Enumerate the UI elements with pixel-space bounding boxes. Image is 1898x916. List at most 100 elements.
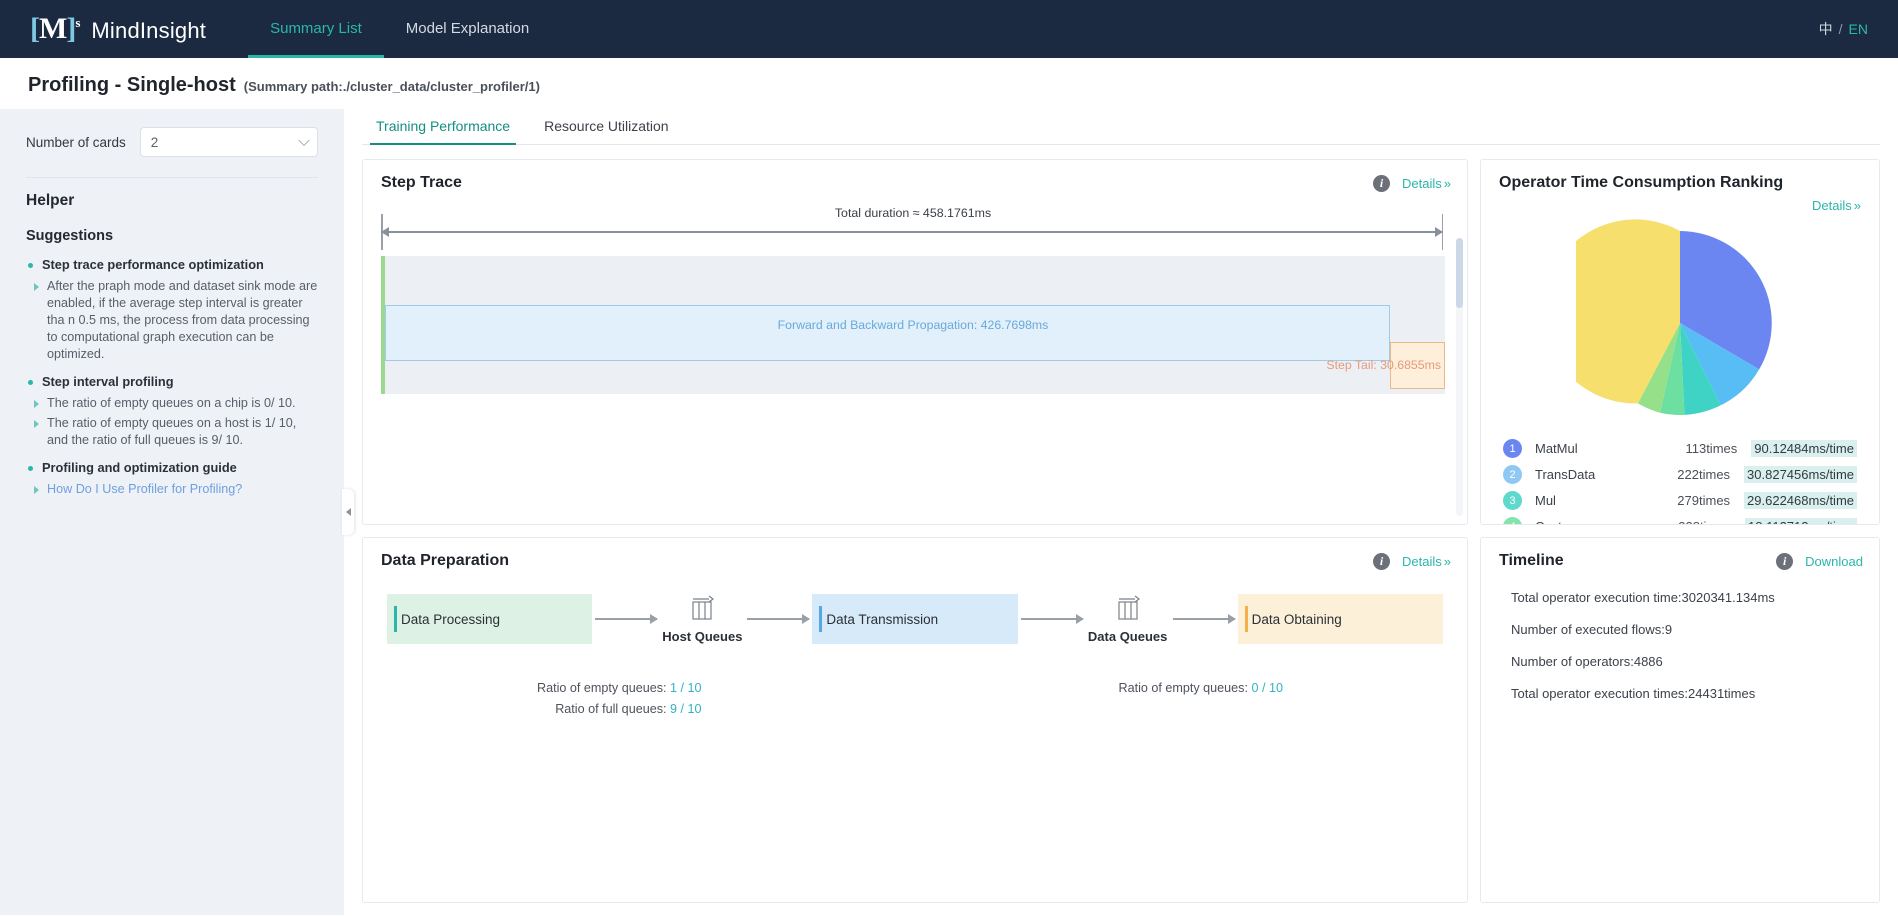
- stage-data-transmission[interactable]: Data Transmission: [812, 594, 1017, 644]
- host-empty-ratio-label: Ratio of empty queues:: [537, 681, 667, 695]
- info-icon[interactable]: i: [1776, 553, 1793, 570]
- operator-name: MatMul: [1535, 441, 1661, 456]
- node-host-queues[interactable]: Host Queues: [660, 594, 744, 644]
- table-row[interactable]: 3 Mul 279times 29.622468ms/time: [1503, 491, 1857, 510]
- details-label: Details: [1812, 198, 1852, 213]
- triangle-right-icon: [34, 400, 39, 408]
- suggestion-group-title: Step trace performance optimization: [26, 257, 318, 272]
- suggestion-item: The ratio of empty queues on a chip is 0…: [26, 395, 318, 412]
- app-name: MindInsight: [91, 18, 206, 44]
- operator-ranking-details-link[interactable]: Details»: [1812, 198, 1861, 213]
- main-nav-tabs: Summary List Model Explanation: [248, 0, 551, 58]
- lang-chinese[interactable]: 中: [1819, 21, 1833, 37]
- pie-chart-svg: [1576, 219, 1784, 427]
- tab-training-performance[interactable]: Training Performance: [362, 109, 524, 144]
- sidebar-divider: [26, 177, 318, 178]
- double-chevron-right-icon: »: [1444, 554, 1451, 569]
- logo-mark-icon: [M]s: [30, 12, 79, 46]
- suggestion-group-step-interval: Step interval profiling The ratio of emp…: [26, 374, 318, 449]
- stage-data-processing[interactable]: Data Processing: [387, 594, 592, 644]
- triangle-right-icon: [34, 486, 39, 494]
- timeline-executed-flows: Number of executed flows:9: [1511, 622, 1861, 637]
- step-tail-label: Step Tail: 30.6855ms: [1326, 342, 1443, 389]
- number-of-cards-value: 2: [151, 135, 159, 150]
- suggestion-item: How Do I Use Profiler for Profiling?: [26, 481, 318, 498]
- host-empty-ratio: Ratio of empty queues: 1 / 10: [537, 678, 702, 699]
- suggestion-item: After the praph mode and dataset sink mo…: [26, 278, 318, 363]
- rank-badge: 3: [1503, 491, 1522, 510]
- host-empty-ratio-value: 1 / 10: [670, 681, 702, 695]
- suggestion-item-text: After the praph mode and dataset sink mo…: [47, 278, 318, 363]
- data-preparation-details-link[interactable]: Details»: [1402, 554, 1451, 569]
- main-content: Training Performance Resource Utilizatio…: [344, 109, 1898, 915]
- data-empty-ratio-value: 0 / 10: [1251, 681, 1283, 695]
- stage-data-obtaining[interactable]: Data Obtaining: [1238, 594, 1443, 644]
- data-preparation-body: Data Processing Host Queues: [363, 576, 1467, 902]
- operator-name: Mul: [1535, 493, 1657, 508]
- data-preparation-tools: i Details»: [1373, 553, 1451, 570]
- profiler-guide-link[interactable]: How Do I Use Profiler for Profiling?: [47, 481, 242, 498]
- scrollbar-thumb[interactable]: [1456, 238, 1463, 308]
- operator-ranking-body: 1 MatMul 113times 90.12484ms/time 2 Tran…: [1481, 213, 1879, 524]
- top-navigation-bar: [M]s MindInsight Summary List Model Expl…: [0, 0, 1898, 58]
- table-row[interactable]: 4 Cast 228times 18.112712ms/time: [1503, 517, 1857, 525]
- operator-ranking-card: Operator Time Consumption Ranking Detail…: [1480, 159, 1880, 525]
- number-of-cards-select[interactable]: 2: [140, 127, 318, 157]
- lang-english[interactable]: EN: [1849, 21, 1868, 37]
- nav-tab-summary-list[interactable]: Summary List: [248, 0, 384, 58]
- flow-arrow-icon: [595, 618, 657, 620]
- suggestion-item: The ratio of empty queues on a host is 1…: [26, 415, 318, 449]
- details-label: Details: [1402, 554, 1442, 569]
- operator-ranking-header: Operator Time Consumption Ranking: [1481, 160, 1879, 198]
- timeline-download-link[interactable]: Download: [1805, 554, 1863, 569]
- step-trace-scrollbar[interactable]: [1456, 238, 1463, 516]
- sub-tabs: Training Performance Resource Utilizatio…: [362, 109, 1880, 145]
- flow-arrow-icon: [747, 618, 809, 620]
- info-icon[interactable]: i: [1373, 175, 1390, 192]
- suggestion-group-step-trace: Step trace performance optimization Afte…: [26, 257, 318, 363]
- double-chevron-right-icon: »: [1854, 198, 1861, 213]
- chevron-down-icon: [298, 135, 309, 146]
- step-trace-card: Step Trace i Details» Total duration ≈ 4…: [362, 159, 1468, 525]
- table-row[interactable]: 2 TransData 222times 30.827456ms/time: [1503, 465, 1857, 484]
- app-logo[interactable]: [M]s MindInsight: [30, 12, 206, 46]
- sidebar-collapse-handle[interactable]: [342, 489, 354, 535]
- tab-resource-utilization[interactable]: Resource Utilization: [530, 109, 683, 144]
- operator-times: 279times: [1657, 493, 1730, 508]
- operator-duration: 29.622468ms/time: [1744, 492, 1857, 509]
- double-chevron-right-icon: »: [1444, 176, 1451, 191]
- suggestion-title-text: Step interval profiling: [42, 374, 174, 389]
- operator-ranking-tools: Details»: [1481, 198, 1879, 213]
- total-duration-label: Total duration ≈ 458.1761ms: [381, 206, 1445, 220]
- operator-duration: 90.12484ms/time: [1751, 440, 1857, 457]
- chevron-left-icon: [346, 508, 351, 516]
- host-full-ratio: Ratio of full queues: 9 / 10: [537, 699, 702, 720]
- operator-duration: 18.112712ms/time: [1745, 518, 1857, 525]
- nav-tab-model-explanation[interactable]: Model Explanation: [384, 0, 551, 58]
- node-data-queues[interactable]: Data Queues: [1086, 594, 1170, 644]
- operator-pie-chart[interactable]: [1497, 213, 1863, 439]
- queue-ratios: Ratio of empty queues: 1 / 10 Ratio of f…: [387, 678, 1443, 720]
- language-switcher: 中/EN: [1819, 0, 1868, 58]
- timeline-header: Timeline i Download: [1481, 538, 1879, 576]
- operator-name: Cast: [1535, 519, 1658, 525]
- info-icon[interactable]: i: [1373, 553, 1390, 570]
- step-trace-body: Total duration ≈ 458.1761ms Step interva…: [363, 198, 1467, 524]
- table-row[interactable]: 1 MatMul 113times 90.12484ms/time: [1503, 439, 1857, 458]
- suggestion-item-text: The ratio of empty queues on a host is 1…: [47, 415, 318, 449]
- timeline-total-exec-time: Total operator execution time:3020341.13…: [1511, 590, 1861, 605]
- step-trace-details-link[interactable]: Details»: [1402, 176, 1451, 191]
- step-trace-header: Step Trace i Details»: [363, 160, 1467, 198]
- data-preparation-title: Data Preparation: [381, 552, 509, 570]
- bullet-icon: [28, 466, 33, 471]
- number-of-cards-row: Number of cards 2: [26, 127, 318, 157]
- rank-badge: 4: [1503, 517, 1522, 525]
- step-trace-title: Step Trace: [381, 174, 462, 192]
- data-flow-diagram: Data Processing Host Queues: [387, 594, 1443, 644]
- host-queues-label: Host Queues: [662, 629, 742, 644]
- forward-backward-bar[interactable]: [385, 305, 1390, 361]
- queue-icon: [689, 594, 715, 624]
- page-header: Profiling - Single-host (Summary path:./…: [0, 58, 1898, 109]
- suggestion-title-text: Profiling and optimization guide: [42, 460, 237, 475]
- operator-times: 113times: [1661, 441, 1737, 456]
